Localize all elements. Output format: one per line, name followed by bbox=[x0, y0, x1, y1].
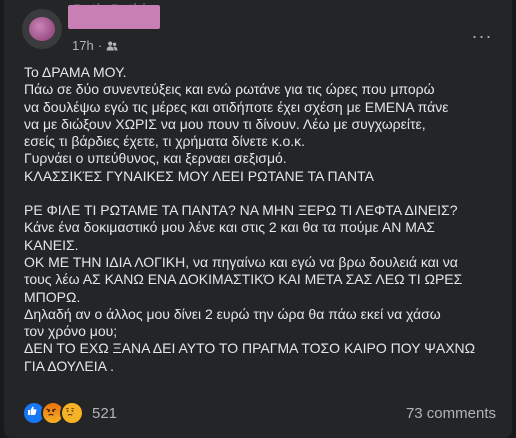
reactions-summary[interactable]: 521 bbox=[22, 401, 117, 425]
post-line: Δηλαδή αν ο άλλος μου δίνει 2 ευρώ την ώ… bbox=[24, 305, 441, 322]
reaction-count[interactable]: 521 bbox=[92, 405, 117, 422]
author-name-wrapper[interactable]: Soth Sathia bbox=[68, 1, 162, 31]
post-meta: 17h · bbox=[72, 38, 118, 53]
post-line: ΓΙΑ ΔΟΥΛΕΙΑ . bbox=[24, 357, 115, 374]
post-paragraph-1: Το ΔΡΑΜΑ ΜΟΥ. Πάω σε δύο συνεντεύξεις κα… bbox=[24, 64, 494, 185]
post-line: να δουλέψω εγώ τις μέρες και οτιδήποτε έ… bbox=[24, 98, 449, 115]
more-options-icon: ··· bbox=[471, 25, 493, 46]
post-body: Το ΔΡΑΜΑ ΜΟΥ. Πάω σε δύο συνεντεύξεις κα… bbox=[24, 64, 494, 375]
more-options-button[interactable]: ··· bbox=[468, 26, 496, 46]
post-line: τους λέω ΑΣ ΚΑΝΩ ΕΝΑ ΔΟΚΙΜΑΣΤΙΚΌ ΚΑΙ ΜΕΤ… bbox=[24, 271, 463, 288]
author-name-redaction bbox=[68, 5, 160, 29]
post-line: Πάω σε δύο συνεντεύξεις και ενώ ρωτάνε γ… bbox=[24, 81, 435, 98]
avatar-image bbox=[29, 17, 55, 41]
post-footer: 521 73 comments bbox=[22, 400, 496, 426]
post-line: ΜΠΟΡΩ. bbox=[24, 288, 81, 305]
comments-count-link[interactable]: 73 comments bbox=[406, 405, 496, 422]
author-avatar[interactable] bbox=[22, 9, 62, 49]
post-line: ΡΕ ΦΙΛΕ ΤΙ ΡΩΤΑΜΕ ΤΑ ΠΑΝΤΑ? ΝΑ ΜΗΝ ΞΕΡΩ … bbox=[24, 202, 458, 219]
sad-icon bbox=[60, 401, 84, 425]
post-timestamp[interactable]: 17h bbox=[72, 38, 94, 53]
post-line: ΔΕΝ ΤΟ ΕΧΩ ΞΑΝΑ ΔΕΙ ΑΥΤΟ ΤΟ ΠΡΑΓΜΑ ΤΟΣΟ … bbox=[24, 340, 476, 357]
post-card: Soth Sathia 17h · ··· Το ΔΡΑΜΑ ΜΟΥ. Πάω … bbox=[4, 0, 512, 438]
friends-icon[interactable] bbox=[106, 40, 118, 52]
post-line: ΚΑΝΕΙΣ. bbox=[24, 236, 79, 253]
post-line: να με διώξουν ΧΩΡΙΣ να μου πουν τι δίνου… bbox=[24, 115, 426, 132]
post-line: εσείς τι βάρδιες έχετε, τι χρήματα δίνετ… bbox=[24, 133, 306, 150]
post-paragraph-2: ΡΕ ΦΙΛΕ ΤΙ ΡΩΤΑΜΕ ΤΑ ΠΑΝΤΑ? ΝΑ ΜΗΝ ΞΕΡΩ … bbox=[24, 202, 494, 375]
meta-separator: · bbox=[97, 38, 103, 53]
post-header: Soth Sathia 17h · ··· bbox=[14, 0, 502, 60]
post-line: Κάνε ένα δοκιμαστικό μου λένε και στις 2… bbox=[24, 219, 435, 236]
post-line: τον χρόνο μου; bbox=[24, 323, 118, 340]
post-line: ΟΚ ΜΕ ΤΗΝ ΙΔΙΑ ΛΟΓΙΚΗ, να πηγαίνω και εγ… bbox=[24, 253, 458, 270]
post-line: ΚΛΑΣΣΙΚΈΣ ΓΥΝΑΙΚΕΣ ΜΟΥ ΛΕΕΙ ΡΩΤΑΝΕ ΤΑ ΠΑ… bbox=[24, 167, 374, 184]
post-line: Το ΔΡΑΜΑ ΜΟΥ. bbox=[24, 64, 127, 80]
post-line: Γυρνάει ο υπεύθυνος, και ξερναει σεξισμό… bbox=[24, 150, 287, 167]
